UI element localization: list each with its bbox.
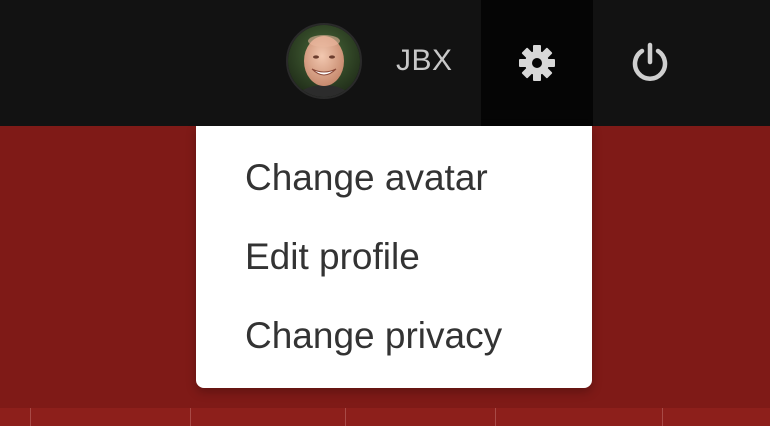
menu-item-change-privacy[interactable]: Change privacy: [245, 314, 502, 358]
content-row-strip: [0, 408, 770, 426]
settings-dropdown-menu: Change avatar Edit profile Change privac…: [196, 126, 592, 388]
column-divider: [190, 408, 191, 426]
column-divider: [662, 408, 663, 426]
settings-button[interactable]: [481, 0, 593, 126]
top-navigation-bar: JBX: [0, 0, 770, 126]
logout-button[interactable]: [604, 0, 696, 126]
power-icon: [632, 42, 668, 81]
column-divider: [495, 408, 496, 426]
column-divider: [345, 408, 346, 426]
gear-icon: [519, 45, 555, 81]
menu-item-edit-profile[interactable]: Edit profile: [245, 235, 420, 279]
username-label[interactable]: JBX: [396, 44, 453, 78]
menu-item-change-avatar[interactable]: Change avatar: [245, 156, 488, 200]
avatar-photo: [288, 25, 360, 97]
column-divider: [30, 408, 31, 426]
avatar[interactable]: [286, 23, 362, 99]
